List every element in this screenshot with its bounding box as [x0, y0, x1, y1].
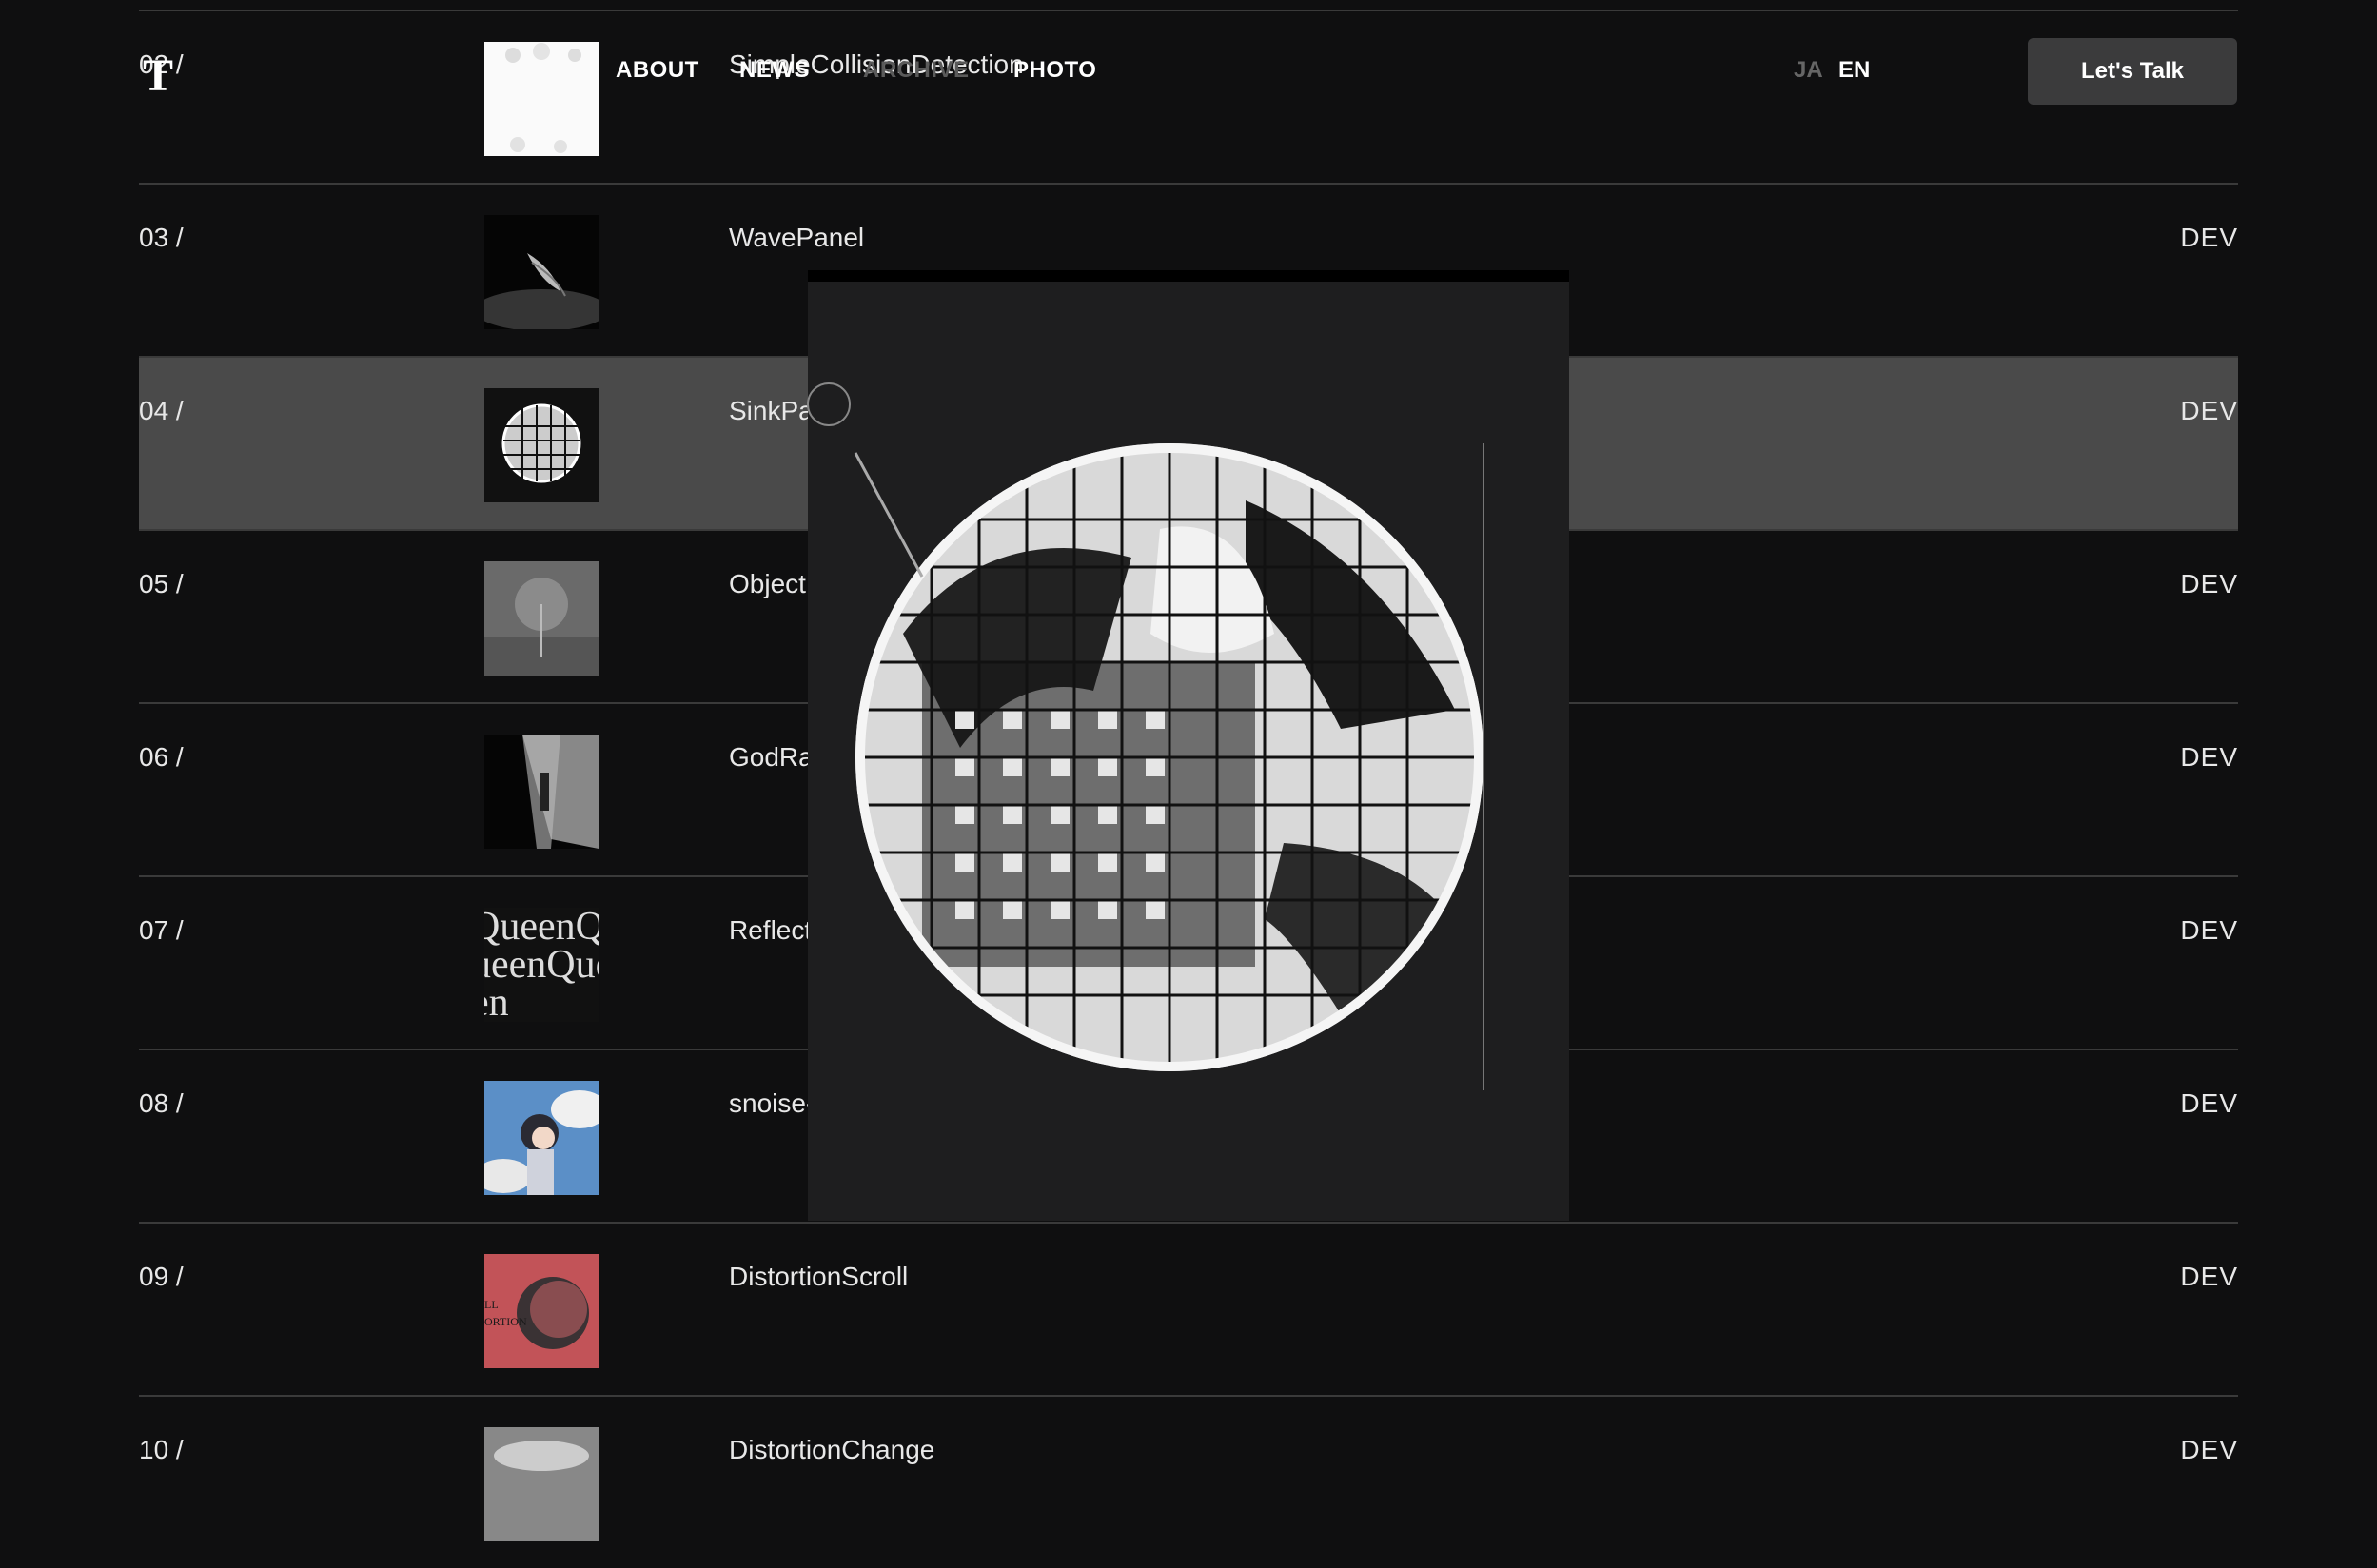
row-title[interactable]: GodRa — [729, 742, 814, 773]
row-number: 09 / — [139, 1262, 184, 1291]
row-tag: DEV — [2180, 1435, 2238, 1464]
row-tag: DEV — [2180, 223, 2238, 252]
row-title[interactable]: snoise- — [729, 1088, 815, 1119]
thumbnail-wave[interactable] — [484, 215, 599, 329]
row-number: 05 / — [139, 569, 184, 598]
row-number: 10 / — [139, 1435, 184, 1464]
row-number: 04 / — [139, 396, 184, 425]
list-item[interactable]: 02 / SimpleCollisionDetection — [139, 10, 2238, 183]
project-preview-panel — [808, 270, 1569, 1221]
row-tag: DEV — [2180, 1088, 2238, 1118]
nav-news[interactable]: NEWS — [739, 57, 810, 84]
list-item[interactable]: 10 / DistortionChange DEV — [139, 1395, 2238, 1568]
list-item[interactable]: 09 / LL ORTION DistortionScroll DEV — [139, 1222, 2238, 1395]
lets-talk-button[interactable]: Let's Talk — [2028, 38, 2237, 105]
row-title[interactable]: Reflect — [729, 915, 812, 946]
thumbnail-sphere[interactable] — [484, 388, 599, 502]
thumbnail-change[interactable] — [484, 1427, 599, 1541]
thumbnail-queen-text: QueenQueenQueen — [484, 908, 599, 1022]
thumbnail-distortion[interactable]: LL ORTION — [484, 1254, 599, 1368]
row-title[interactable]: Object — [729, 569, 806, 599]
thumbnail-anime[interactable] — [484, 1081, 599, 1195]
site-logo[interactable]: T — [143, 49, 173, 102]
row-tag: DEV — [2180, 915, 2238, 945]
thumbnail-collision[interactable] — [484, 42, 599, 156]
row-title[interactable]: WavePanel — [729, 223, 864, 253]
row-number: 06 / — [139, 742, 184, 772]
row-tag: DEV — [2180, 1262, 2238, 1291]
thumbnail-godray[interactable] — [484, 735, 599, 849]
row-number: 07 / — [139, 915, 184, 945]
row-tag: DEV — [2180, 569, 2238, 598]
row-tag: DEV — [2180, 742, 2238, 772]
lang-en[interactable]: EN — [1838, 57, 1870, 84]
thumbnail-tree[interactable] — [484, 561, 599, 676]
row-number: 03 / — [139, 223, 184, 252]
cursor-ring — [807, 382, 851, 426]
thumbnail-distortion-text: LL ORTION — [484, 1296, 527, 1330]
row-title[interactable]: DistortionScroll — [729, 1262, 908, 1292]
lang-ja[interactable]: JA — [1794, 57, 1823, 84]
thumbnail-distortion-line2: ORTION — [484, 1315, 527, 1328]
row-title[interactable]: SinkPa — [729, 396, 814, 426]
nav-photo[interactable]: PHOTO — [1013, 57, 1096, 84]
thumbnail-distortion-line1: LL — [484, 1298, 499, 1311]
nav-about[interactable]: ABOUT — [616, 57, 699, 84]
preview-sphere-image — [846, 443, 1493, 1090]
row-number: 08 / — [139, 1088, 184, 1118]
row-title[interactable]: DistortionChange — [729, 1435, 934, 1465]
nav-archive[interactable]: ARCHIVE — [863, 57, 970, 84]
row-tag: DEV — [2180, 396, 2238, 425]
thumbnail-queen[interactable]: QueenQueenQueen — [484, 908, 599, 1022]
